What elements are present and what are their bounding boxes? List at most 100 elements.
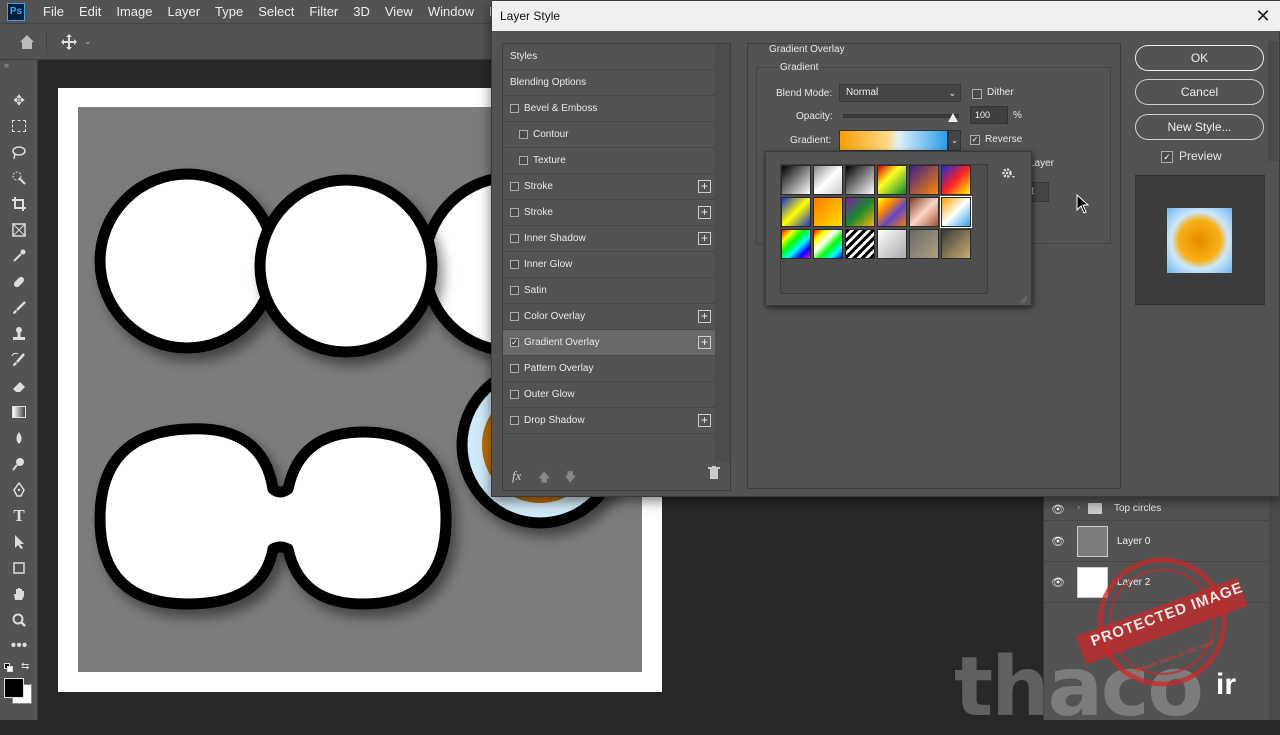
cancel-button[interactable]: Cancel xyxy=(1135,79,1264,105)
style-checkbox[interactable] xyxy=(510,182,519,191)
style-checkbox[interactable] xyxy=(510,286,519,295)
style-item-texture[interactable]: Texture xyxy=(503,148,715,174)
pen-tool-icon[interactable] xyxy=(9,480,29,500)
dialog-scrollbar[interactable] xyxy=(1268,41,1278,161)
menu-item-file[interactable]: File xyxy=(43,4,64,19)
style-item-contour[interactable]: Contour xyxy=(503,122,715,148)
style-item-pattern-overlay[interactable]: Pattern Overlay xyxy=(503,356,715,382)
add-effect-icon[interactable]: + xyxy=(698,310,711,323)
gear-icon[interactable] xyxy=(1000,166,1016,185)
move-tool-icon[interactable]: ✥ xyxy=(9,90,29,110)
style-item-blending-options[interactable]: Blending Options xyxy=(503,70,715,96)
menu-item-layer[interactable]: Layer xyxy=(168,4,201,19)
zoom-tool-icon[interactable] xyxy=(9,610,29,630)
more-tools-icon[interactable]: ••• xyxy=(9,636,29,656)
style-checkbox[interactable] xyxy=(510,260,519,269)
menu-item-edit[interactable]: Edit xyxy=(79,4,101,19)
style-item-outer-glow[interactable]: Outer Glow xyxy=(503,382,715,408)
style-item-color-overlay[interactable]: Color Overlay + xyxy=(503,304,715,330)
fx-button[interactable]: fx xyxy=(512,468,521,484)
gradient-swatch[interactable] xyxy=(877,229,907,259)
move-down-icon[interactable]: 🡇 xyxy=(564,468,576,489)
brush-tool-icon[interactable] xyxy=(9,298,29,318)
gradient-swatch[interactable] xyxy=(877,197,907,227)
menu-item-type[interactable]: Type xyxy=(215,4,243,19)
gradient-swatch[interactable] xyxy=(781,229,811,259)
clone-stamp-tool-icon[interactable] xyxy=(9,324,29,344)
gradient-swatch[interactable] xyxy=(813,229,843,259)
opacity-input[interactable]: 100 xyxy=(970,106,1008,124)
gradient-swatch[interactable] xyxy=(941,229,971,259)
dither-checkbox[interactable] xyxy=(972,89,982,99)
blend-mode-select[interactable]: Normal ⌄ xyxy=(839,84,961,102)
reverse-checkbox[interactable]: ✓ xyxy=(970,135,980,145)
style-item-styles[interactable]: Styles xyxy=(503,44,715,70)
collapse-icon[interactable]: » xyxy=(4,60,9,70)
gradient-swatch[interactable] xyxy=(940,196,972,228)
default-colors-icon[interactable] xyxy=(4,663,13,672)
eye-icon[interactable]: 👁 xyxy=(1051,576,1065,589)
shape-tool-icon[interactable] xyxy=(9,558,29,578)
style-checkbox[interactable] xyxy=(510,390,519,399)
style-checkbox[interactable] xyxy=(519,130,528,139)
gradient-swatch[interactable] xyxy=(877,165,907,195)
dodge-tool-icon[interactable] xyxy=(9,454,29,474)
gradient-preview-bar[interactable] xyxy=(839,130,948,151)
quick-selection-tool-icon[interactable] xyxy=(9,168,29,188)
frame-tool-icon[interactable] xyxy=(9,220,29,240)
blur-tool-icon[interactable] xyxy=(9,428,29,448)
chevron-down-icon[interactable]: ⌄ xyxy=(948,130,961,151)
new-style-button[interactable]: New Style... xyxy=(1135,114,1264,140)
add-effect-icon[interactable]: + xyxy=(698,206,711,219)
eyedropper-tool-icon[interactable] xyxy=(9,246,29,266)
gradient-swatch[interactable] xyxy=(781,165,811,195)
gradient-swatch[interactable] xyxy=(781,197,811,227)
layer-row[interactable]: 👁 › Top circles xyxy=(1044,497,1269,521)
resize-grip-icon[interactable] xyxy=(1018,291,1028,304)
gradient-swatch[interactable] xyxy=(813,197,843,227)
move-tool-icon[interactable] xyxy=(60,33,78,51)
style-checkbox[interactable] xyxy=(510,104,519,113)
gradient-swatch[interactable] xyxy=(845,197,875,227)
menu-item-3d[interactable]: 3D xyxy=(353,4,370,19)
style-checkbox[interactable] xyxy=(510,312,519,321)
trash-icon[interactable] xyxy=(708,466,720,485)
gradient-swatch[interactable] xyxy=(909,165,939,195)
foreground-color-swatch[interactable] xyxy=(4,678,24,698)
eye-icon[interactable]: 👁 xyxy=(1051,535,1065,548)
style-checkbox[interactable] xyxy=(510,416,519,425)
eye-icon[interactable]: 👁 xyxy=(1051,503,1065,516)
chevron-right-icon[interactable]: › xyxy=(1077,502,1080,513)
chevron-down-icon[interactable]: ⌄ xyxy=(84,36,94,46)
gradient-swatch[interactable] xyxy=(909,229,939,259)
style-item-stroke[interactable]: Stroke + xyxy=(503,200,715,226)
preview-checkbox[interactable]: ✓ xyxy=(1161,151,1173,163)
style-item-satin[interactable]: Satin xyxy=(503,278,715,304)
add-effect-icon[interactable]: + xyxy=(698,232,711,245)
style-checkbox[interactable]: ✓ xyxy=(510,338,519,347)
home-icon[interactable] xyxy=(18,33,36,51)
menu-item-select[interactable]: Select xyxy=(258,4,294,19)
path-selection-tool-icon[interactable] xyxy=(9,532,29,552)
add-effect-icon[interactable]: + xyxy=(698,336,711,349)
gradient-swatch[interactable] xyxy=(941,165,971,195)
style-checkbox[interactable] xyxy=(510,208,519,217)
lasso-tool-icon[interactable] xyxy=(9,142,29,162)
type-tool-icon[interactable]: T xyxy=(9,506,29,526)
gradient-swatch[interactable] xyxy=(813,165,843,195)
photoshop-logo-icon[interactable]: Ps xyxy=(7,2,25,21)
gradient-tool-icon[interactable] xyxy=(9,402,29,422)
style-item-bevel-emboss[interactable]: Bevel & Emboss xyxy=(503,96,715,122)
add-effect-icon[interactable]: + xyxy=(698,180,711,193)
hand-tool-icon[interactable] xyxy=(9,584,29,604)
move-up-icon[interactable]: 🡅 xyxy=(538,468,550,489)
style-checkbox[interactable] xyxy=(519,156,528,165)
crop-tool-icon[interactable] xyxy=(9,194,29,214)
healing-brush-tool-icon[interactable] xyxy=(9,272,29,292)
add-effect-icon[interactable]: + xyxy=(698,414,711,427)
style-item-stroke[interactable]: Stroke + xyxy=(503,174,715,200)
style-checkbox[interactable] xyxy=(510,234,519,243)
layers-scrollbar[interactable] xyxy=(1269,497,1280,720)
style-item-inner-shadow[interactable]: Inner Shadow + xyxy=(503,226,715,252)
menu-item-filter[interactable]: Filter xyxy=(309,4,338,19)
